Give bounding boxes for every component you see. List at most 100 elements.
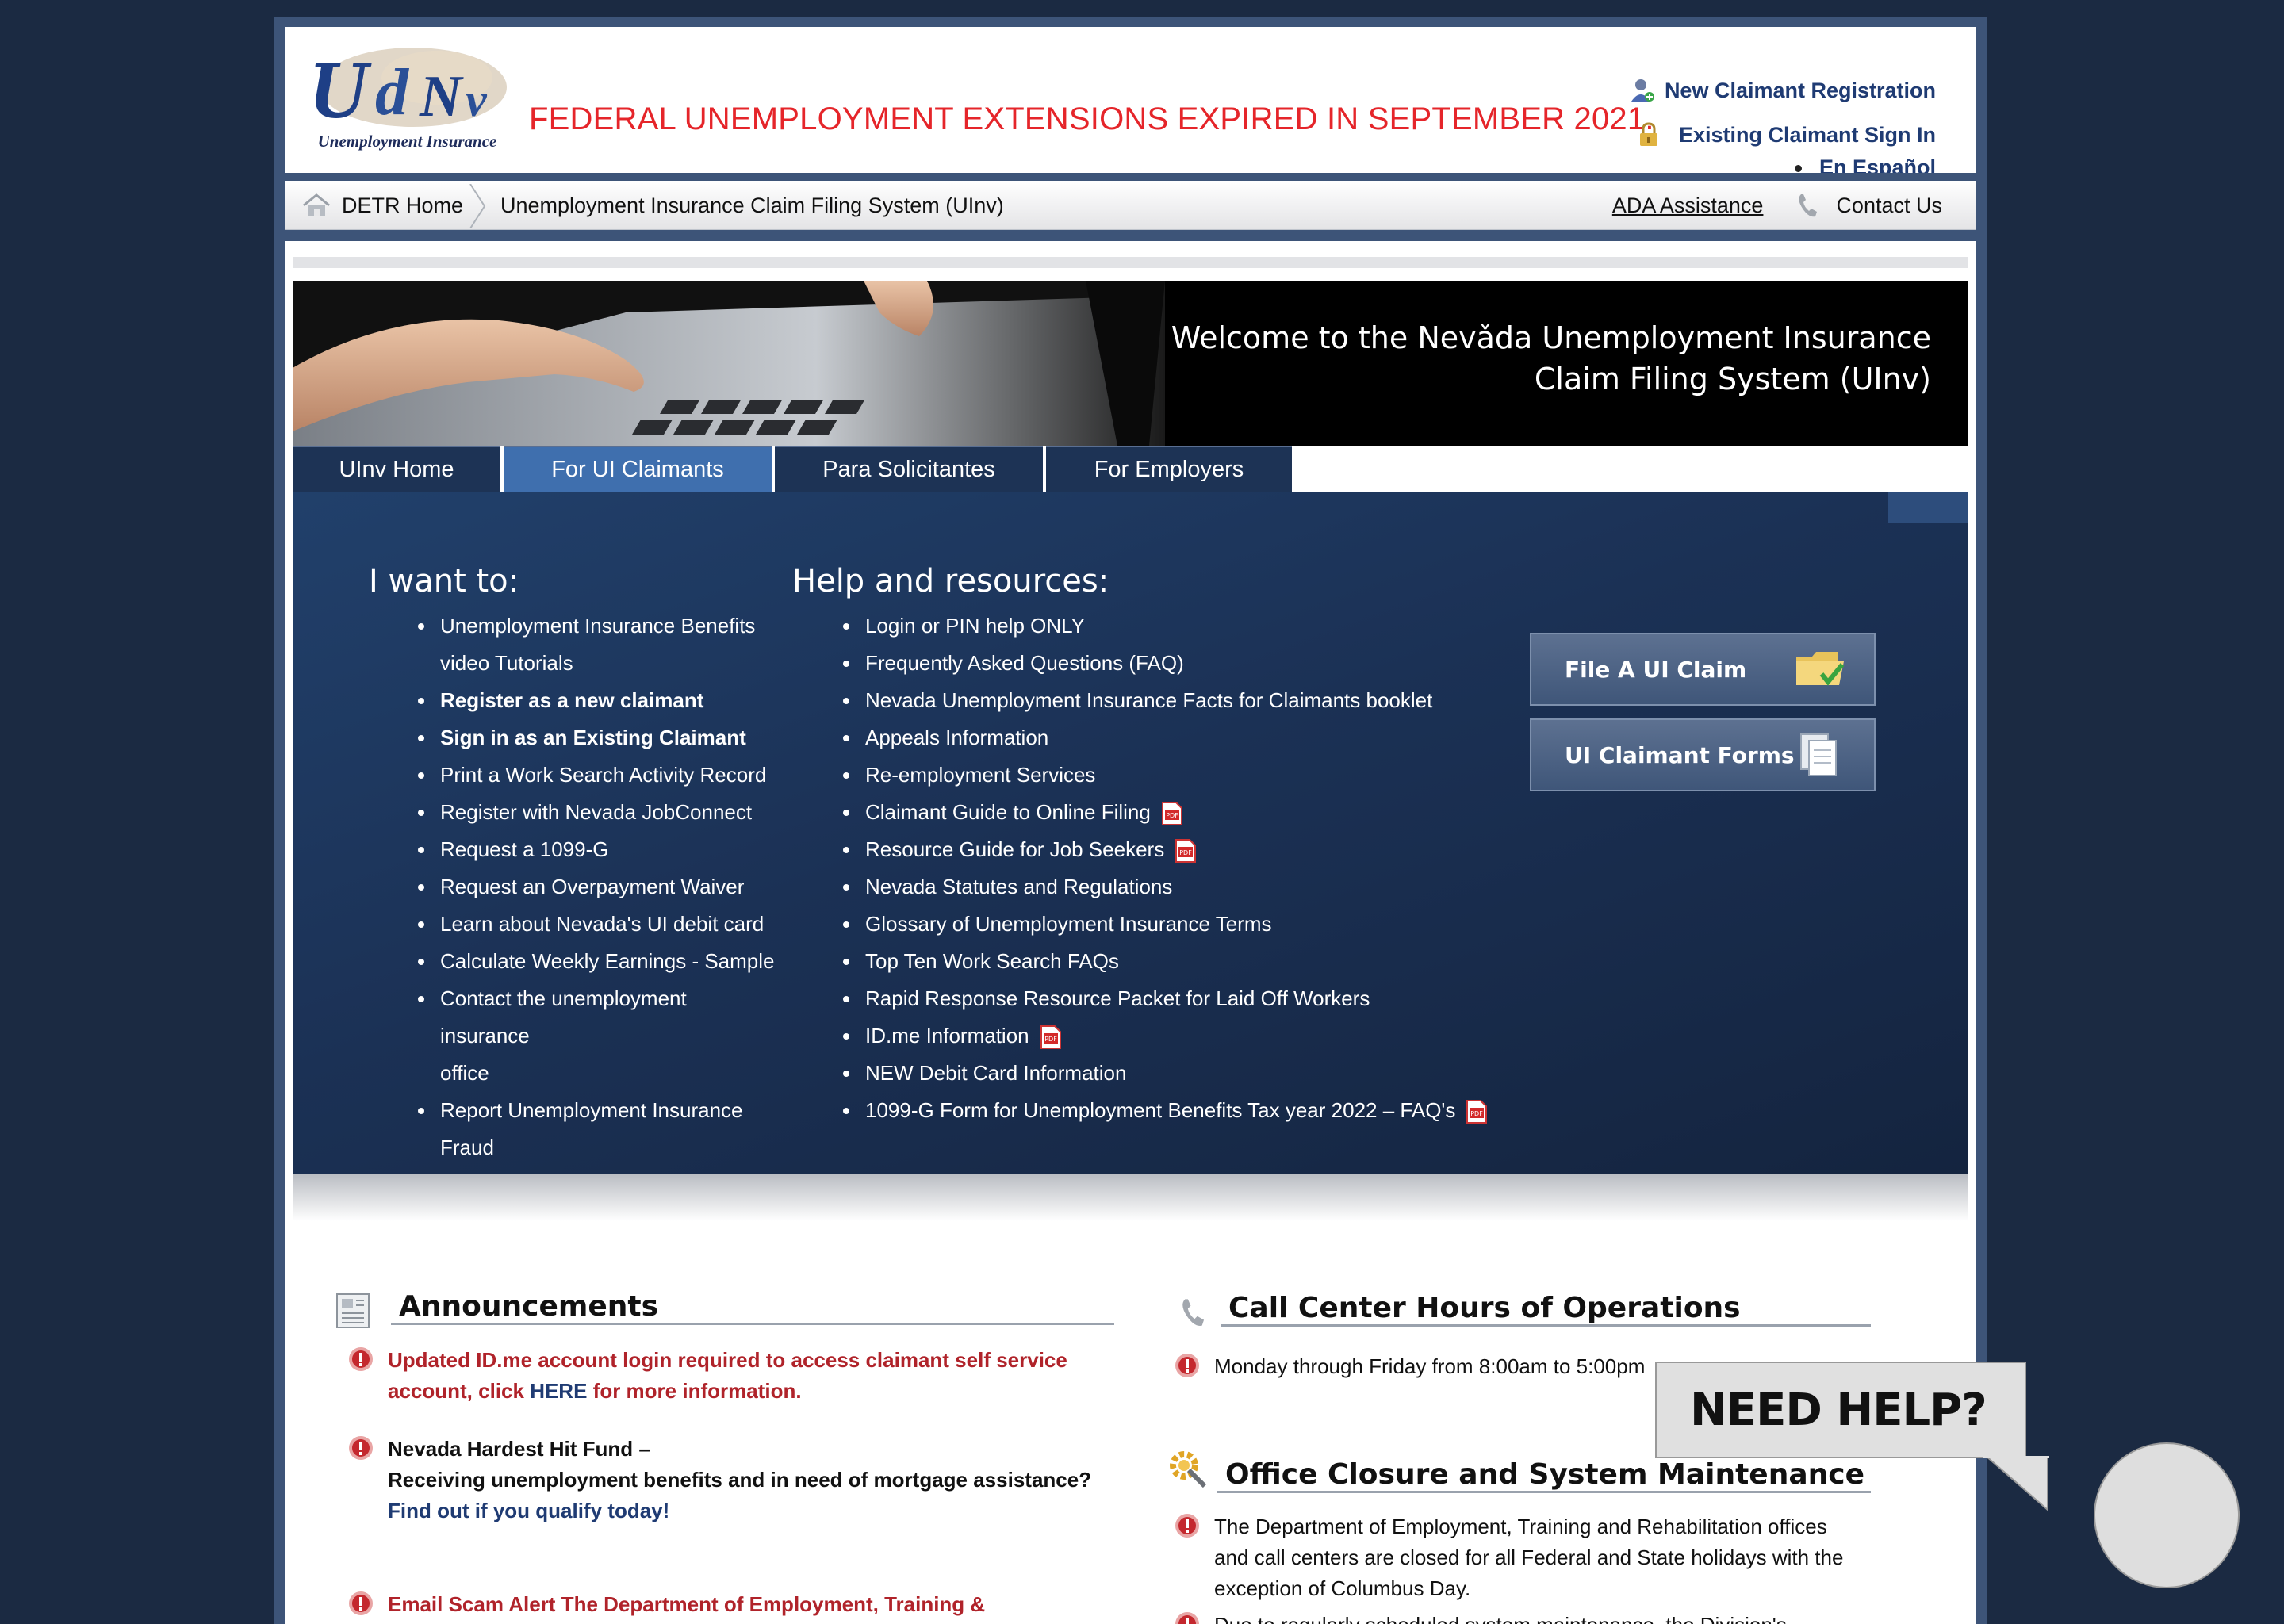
list-item-label: Re-employment Services	[865, 763, 1096, 787]
detr-home-link[interactable]: DETR Home	[302, 181, 463, 230]
list-item[interactable]: Contact the unemployment insurance	[416, 980, 781, 1055]
newspaper-icon	[336, 1293, 370, 1328]
ada-assistance-link[interactable]: ADA Assistance	[1612, 193, 1764, 218]
list-item[interactable]: Claimant Guide to Online Filing PDF	[841, 794, 1555, 831]
closure-item: Due to regularly scheduled system mainte…	[1175, 1610, 1857, 1624]
list-item[interactable]: Login or PIN help ONLY	[841, 607, 1555, 645]
list-item[interactable]: Re-employment Services	[841, 756, 1555, 794]
tab-uinv-home[interactable]: UInv Home	[293, 446, 500, 492]
account-links: New Claimant Registration Existing Claim…	[1630, 75, 1936, 180]
call-center-title: Call Center Hours of Operations	[1221, 1292, 1749, 1324]
list-item-continuation[interactable]: Fraud	[416, 1129, 781, 1166]
list-item[interactable]: Request an Overpayment Waiver	[416, 868, 781, 906]
alert-icon	[1175, 1514, 1199, 1538]
ui-claimant-forms-label: UI Claimant Forms	[1565, 741, 1795, 768]
alert-icon	[349, 1436, 373, 1460]
phone-icon	[1799, 194, 1818, 217]
list-item[interactable]: Register with Nevada JobConnect	[416, 794, 781, 831]
list-item-continuation[interactable]: video Tutorials	[416, 645, 781, 682]
announcements-header: Announcements	[391, 1285, 667, 1323]
qualify-link[interactable]: Find out if you qualify today!	[388, 1496, 1091, 1526]
list-item-label: Claimant Guide to Online Filing	[865, 800, 1151, 824]
bullet	[1794, 165, 1802, 173]
help-speech-tail	[1983, 1456, 2049, 1511]
list-item[interactable]: Appeals Information	[841, 719, 1555, 756]
list-item[interactable]: Nevada Statutes and Regulations	[841, 868, 1555, 906]
alert-icon	[349, 1591, 373, 1615]
list-item-continuation[interactable]: office	[416, 1055, 781, 1092]
detr-home-label: DETR Home	[342, 193, 464, 217]
announcement-line: Receiving unemployment benefits and in n…	[388, 1468, 1092, 1492]
list-item[interactable]: Glossary of Unemployment Insurance Terms	[841, 906, 1555, 943]
site-header: U d N v Unemployment Insurance FEDERAL U…	[285, 27, 1976, 179]
list-item[interactable]: Report Unemployment Insurance	[416, 1092, 781, 1129]
existing-claimant-signin-link[interactable]: Existing Claimant Sign In	[1630, 119, 1936, 151]
tab-for-employers[interactable]: For Employers	[1046, 446, 1292, 492]
list-item[interactable]: Request a 1099-G	[416, 831, 781, 868]
file-ui-claim-label: File A UI Claim	[1565, 656, 1747, 683]
list-item[interactable]: Top Ten Work Search FAQs	[841, 943, 1555, 980]
list-item[interactable]: Calculate Weekly Earnings - Sample	[416, 943, 781, 980]
logo-graphic: U d N v	[308, 44, 507, 136]
list-item-label: Appeals Information	[865, 726, 1049, 749]
tab-for-ui-claimants[interactable]: For UI Claimants	[504, 446, 772, 492]
svg-text:PDF: PDF	[1166, 812, 1178, 819]
alert-icon	[1175, 1612, 1199, 1624]
folder-check-icon	[1796, 652, 1845, 686]
breadcrumb-current: Unemployment Insurance Claim Filing Syst…	[500, 193, 1004, 217]
announcement-line: Nevada Hardest Hit Fund –	[388, 1437, 650, 1461]
closure-item: The Department of Employment, Training a…	[1175, 1511, 1857, 1604]
announcement-text: Nevada Hardest Hit Fund – Receiving unem…	[388, 1434, 1091, 1526]
alert-icon	[1175, 1354, 1199, 1377]
announcement-text: Email Scam Alert The Department of Emplo…	[388, 1592, 1094, 1624]
uinv-logo[interactable]: U d N v Unemployment Insurance	[302, 38, 512, 159]
breadcrumb: DETR Home Unemployment Insurance Claim F…	[285, 181, 1976, 230]
list-item[interactable]: Frequently Asked Questions (FAQ)	[841, 645, 1555, 682]
need-help-button[interactable]: NEED HELP?	[1655, 1362, 2026, 1458]
new-claimant-registration-link[interactable]: New Claimant Registration	[1630, 75, 1936, 106]
svg-text:N: N	[419, 64, 464, 129]
list-item[interactable]: Nevada Unemployment Insurance Facts for …	[841, 682, 1555, 719]
svg-text:U: U	[308, 44, 372, 133]
headline-alert: FEDERAL UNEMPLOYMENT EXTENSIONS EXPIRED …	[529, 102, 1654, 136]
list-item[interactable]: Unemployment Insurance Benefits	[416, 607, 781, 645]
here-link[interactable]: HERE	[530, 1379, 587, 1403]
user-add-icon	[1631, 79, 1654, 102]
keyboard-hands-image	[293, 281, 1165, 446]
i-want-to-list: Unemployment Insurance Benefits video Tu…	[416, 607, 781, 1166]
claimant-panel: I want to: Unemployment Insurance Benefi…	[293, 492, 1968, 1174]
welcome-line-1: Welcome to the Nevǎda Unemployment Insur…	[1171, 320, 1931, 355]
list-item[interactable]: Print a Work Search Activity Record	[416, 756, 781, 794]
file-ui-claim-button[interactable]: File A UI Claim	[1530, 633, 1876, 706]
list-item-label: Login or PIN help ONLY	[865, 614, 1085, 638]
list-item-label: NEW Debit Card Information	[865, 1061, 1127, 1085]
tab-para-solicitantes[interactable]: Para Solicitantes	[775, 446, 1043, 492]
list-item[interactable]: ID.me Information PDF	[841, 1017, 1555, 1055]
list-item[interactable]: 1099-G Form for Unemployment Benefits Ta…	[841, 1092, 1555, 1129]
call-center-hours: Monday through Friday from 8:00am to 5:0…	[1214, 1354, 1646, 1378]
chat-launcher-button[interactable]	[2094, 1442, 2240, 1588]
alert-icon	[349, 1347, 373, 1371]
list-item[interactable]: Resource Guide for Job Seekers PDF	[841, 831, 1555, 868]
ui-claimant-forms-button[interactable]: UI Claimant Forms	[1530, 718, 1876, 791]
pdf-icon: PDF	[1175, 839, 1197, 864]
list-item-label: Glossary of Unemployment Insurance Terms	[865, 912, 1272, 936]
list-item[interactable]: Register as a new claimant	[416, 682, 781, 719]
pdf-icon: PDF	[1040, 1025, 1061, 1050]
list-item-label: Frequently Asked Questions (FAQ)	[865, 651, 1184, 675]
list-item-label: 1099-G Form for Unemployment Benefits Ta…	[865, 1098, 1456, 1122]
contact-us-link[interactable]: Contact Us	[1836, 193, 1942, 218]
i-want-to-heading: I want to:	[369, 563, 519, 599]
gear-wrench-icon	[1170, 1451, 1207, 1488]
closure-text: The Department of Employment, Training a…	[1214, 1515, 1844, 1600]
panel-shadow	[293, 1174, 1968, 1221]
svg-text:PDF: PDF	[1179, 849, 1192, 856]
list-item[interactable]: NEW Debit Card Information	[841, 1055, 1555, 1092]
breadcrumb-right: ADA Assistance Contact Us	[1612, 181, 1942, 230]
closure-rule	[1217, 1491, 1871, 1493]
announcement-text: Updated ID.me account login required to …	[388, 1345, 1109, 1407]
list-item[interactable]: Learn about Nevada's UI debit card	[416, 906, 781, 943]
list-item[interactable]: Rapid Response Resource Packet for Laid …	[841, 980, 1555, 1017]
list-item[interactable]: Sign in as an Existing Claimant	[416, 719, 781, 756]
help-resources-list: Login or PIN help ONLY Frequently Asked …	[841, 607, 1555, 1129]
